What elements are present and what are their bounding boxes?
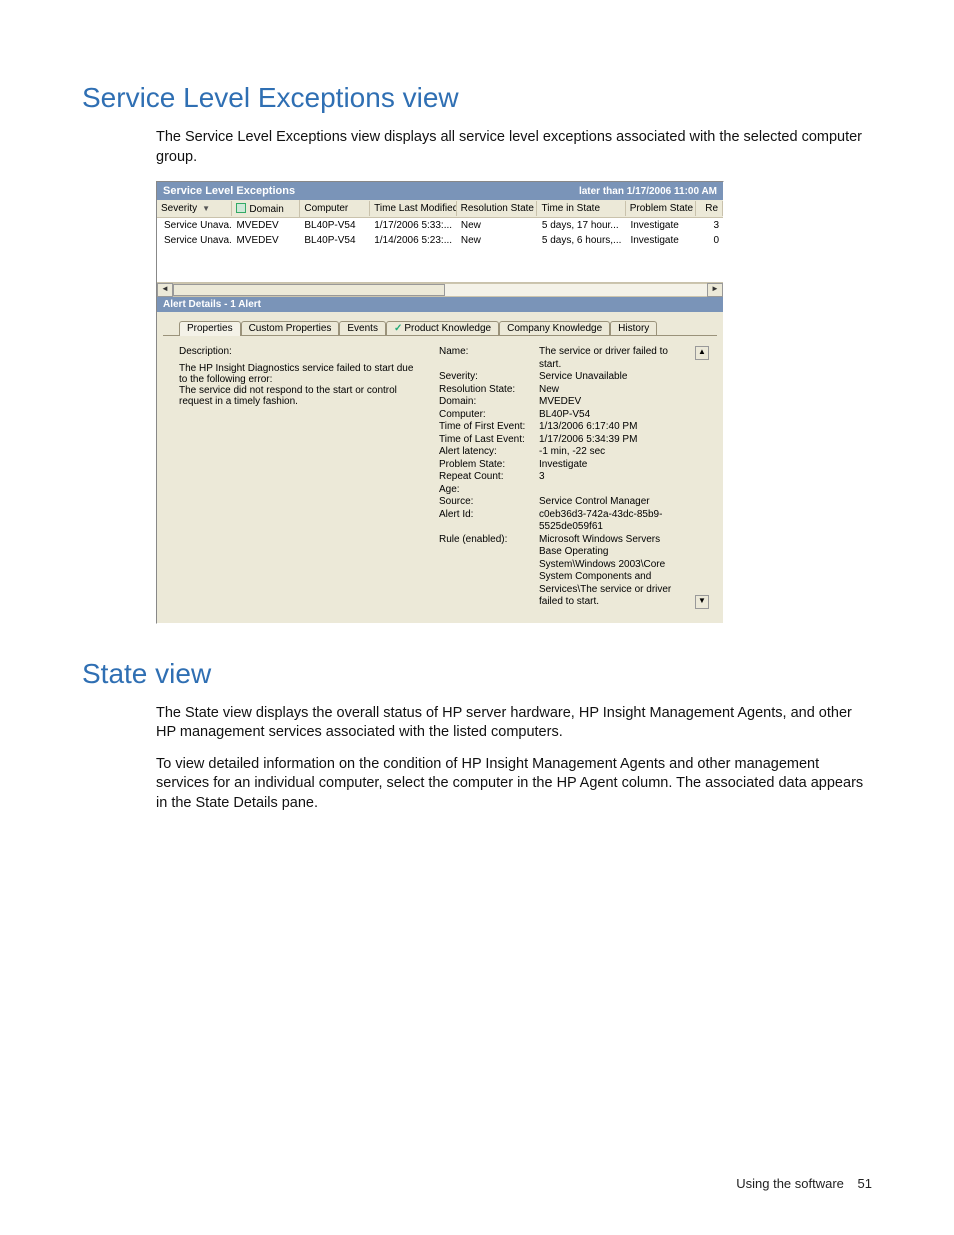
tab-product-knowledge[interactable]: ✓Product Knowledge [386, 321, 499, 336]
scroll-up-icon[interactable]: ▲ [695, 346, 709, 360]
col-resolution-state[interactable]: Resolution State [457, 201, 538, 216]
scroll-down-icon[interactable]: ▼ [695, 595, 709, 609]
window-titlebar: Service Level Exceptions later than 1/17… [157, 182, 723, 200]
alert-details-body: Properties Custom Properties Events ✓Pro… [157, 312, 723, 623]
col-domain[interactable]: Domain [232, 200, 300, 217]
col-re[interactable]: Re [696, 201, 723, 216]
tab-company-knowledge[interactable]: Company Knowledge [499, 321, 610, 336]
alert-details-header: Alert Details - 1 Alert [157, 297, 723, 312]
grid-body: Service Unava... MVEDEV BL40P-V54 1/17/2… [157, 218, 723, 282]
heading-sle: Service Level Exceptions view [82, 82, 872, 114]
description-block: Description: The HP Insight Diagnostics … [179, 346, 419, 609]
domain-icon [236, 203, 246, 213]
tab-history[interactable]: History [610, 321, 657, 336]
tab-events[interactable]: Events [339, 321, 386, 336]
scroll-left-icon[interactable]: ◄ [157, 283, 173, 297]
page-footer: Using the software 51 [736, 1176, 872, 1191]
timestamp-label: later than 1/17/2006 11:00 AM [579, 186, 717, 197]
heading-state: State view [82, 658, 872, 690]
page-number: 51 [858, 1176, 872, 1191]
col-severity[interactable]: Severity ▼ [157, 201, 232, 216]
col-time-last-modified[interactable]: Time Last Modified [370, 201, 456, 216]
sort-desc-icon: ▼ [202, 204, 210, 213]
properties-panel: Description: The HP Insight Diagnostics … [163, 335, 717, 613]
para-sle: The Service Level Exceptions view displa… [156, 128, 872, 167]
tab-properties[interactable]: Properties [179, 321, 241, 336]
details-tabs: Properties Custom Properties Events ✓Pro… [179, 320, 717, 335]
sle-screenshot: Service Level Exceptions later than 1/17… [156, 181, 724, 624]
para-state-1: The State view displays the overall stat… [156, 704, 872, 743]
table-row[interactable]: Service Unava... MVEDEV BL40P-V54 1/14/2… [157, 233, 723, 248]
vertical-scrollbar[interactable]: ▲ ▼ [695, 346, 709, 609]
scroll-track[interactable] [173, 283, 707, 297]
scroll-right-icon[interactable]: ► [707, 283, 723, 297]
col-time-in-state[interactable]: Time in State [537, 201, 625, 216]
horizontal-scrollbar[interactable]: ◄ ► [157, 282, 723, 297]
check-icon: ✓ [394, 323, 402, 334]
scroll-thumb[interactable] [173, 284, 445, 296]
description-line: The service did not respond to the start… [179, 385, 419, 407]
window-title: Service Level Exceptions [163, 185, 295, 197]
properties-grid: Name:The service or driver failed to sta… [437, 346, 677, 609]
description-label: Description: [179, 346, 419, 357]
tab-custom-properties[interactable]: Custom Properties [241, 321, 340, 336]
description-line: The HP Insight Diagnostics service faile… [179, 363, 419, 385]
footer-text: Using the software [736, 1176, 844, 1191]
para-state-2: To view detailed information on the cond… [156, 755, 872, 814]
col-problem-state[interactable]: Problem State [626, 201, 696, 216]
grid-header-row: Severity ▼ Domain Computer Time Last Mod… [157, 200, 723, 218]
col-computer[interactable]: Computer [300, 201, 370, 216]
table-row[interactable]: Service Unava... MVEDEV BL40P-V54 1/17/2… [157, 218, 723, 233]
